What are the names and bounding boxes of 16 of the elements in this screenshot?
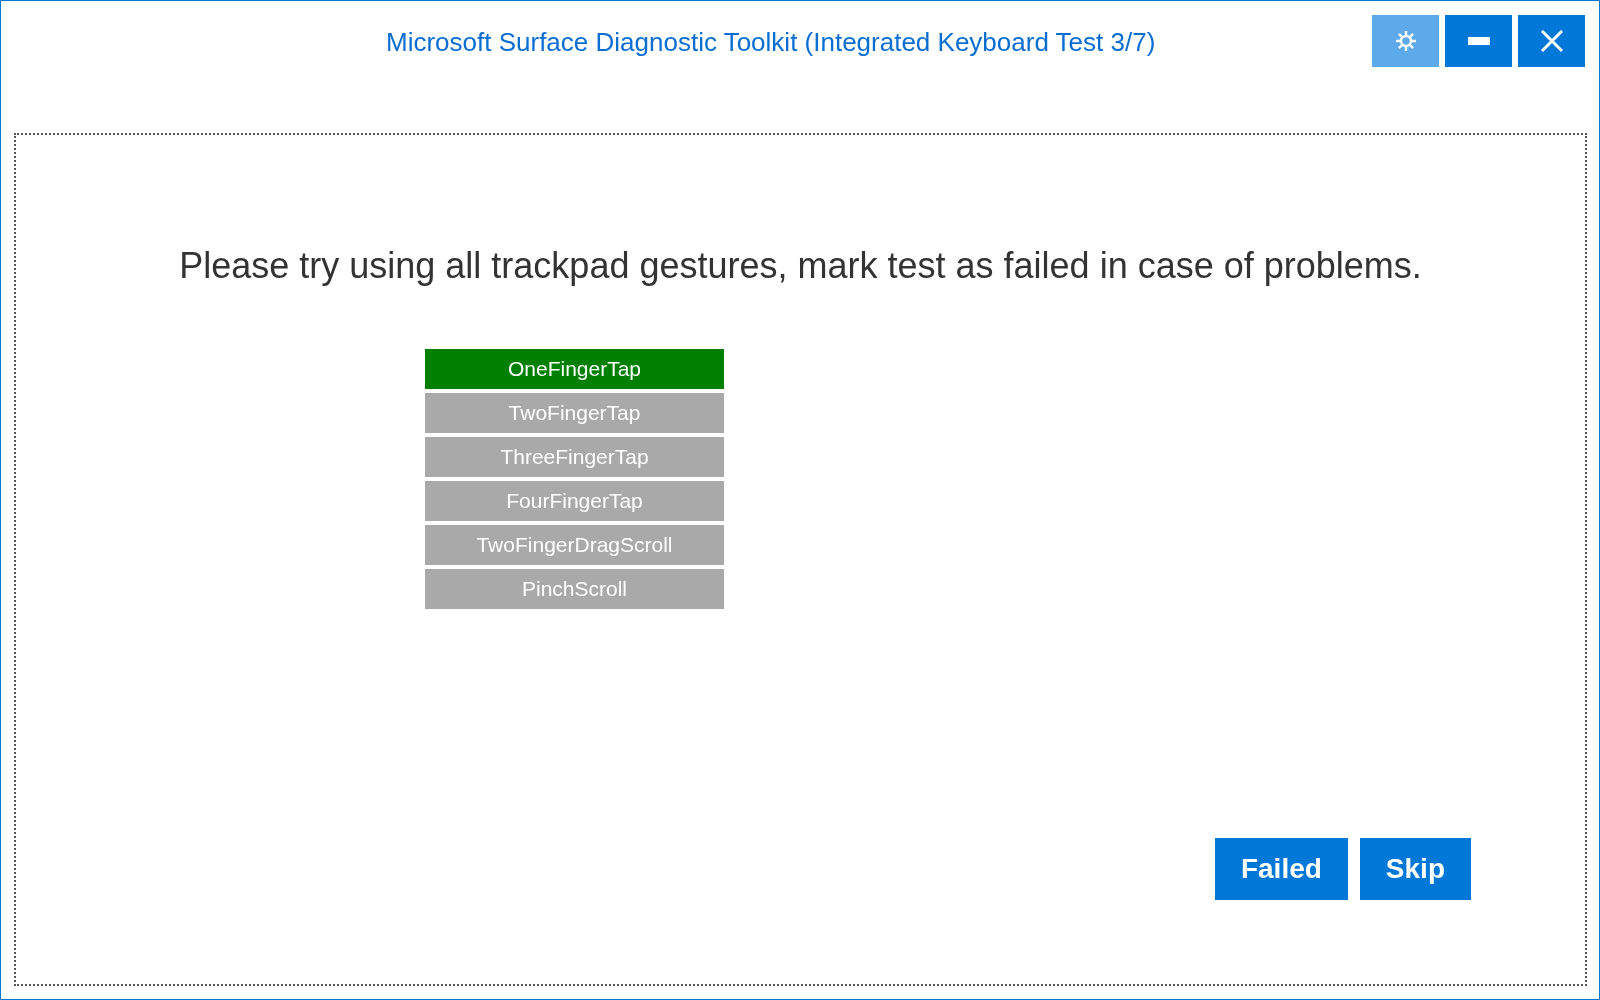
close-icon [1539,29,1564,53]
window-title: Microsoft Surface Diagnostic Toolkit (Integrated Keyboard Test 3/7) [386,26,1156,59]
gesture-item: PinchScroll [425,569,724,609]
settings-icon [1393,29,1418,53]
settings-button[interactable] [1372,15,1439,67]
failed-button[interactable]: Failed [1214,838,1348,900]
close-button[interactable] [1518,15,1585,67]
gesture-item: TwoFingerTap [425,393,724,433]
gesture-item: OneFingerTap [425,349,724,389]
gesture-item: TwoFingerDragScroll [425,525,724,565]
minimize-button[interactable] [1445,15,1512,67]
instruction-text: Please try using all trackpad gestures, mark test as failed in case of problems. [178,244,1423,288]
skip-button[interactable]: Skip [1359,838,1471,900]
gesture-item: ThreeFingerTap [425,437,724,477]
gesture-item: FourFingerTap [425,481,724,521]
minimize-icon [1467,37,1490,45]
